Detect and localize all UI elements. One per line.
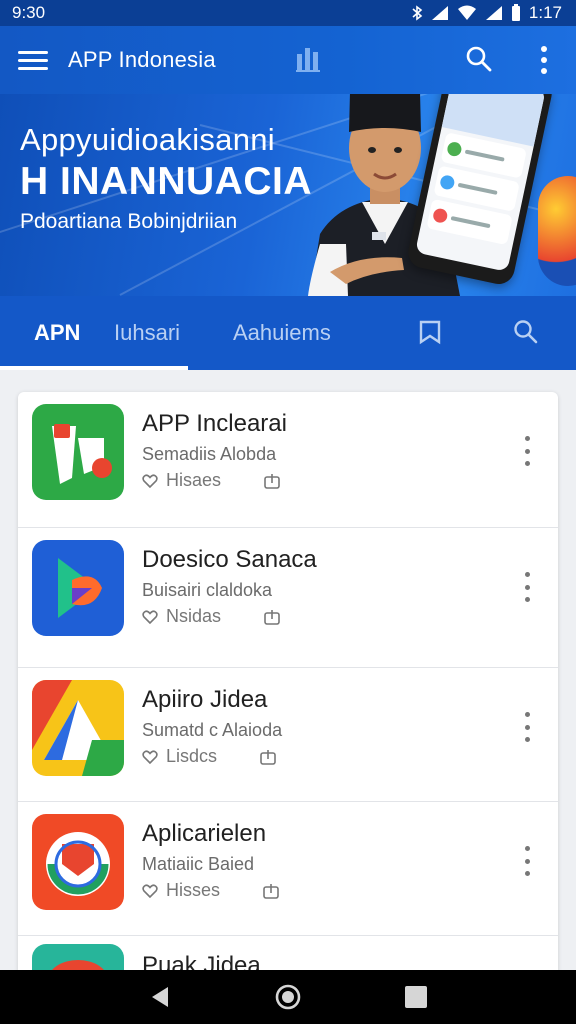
status-clock-right: 1:17 (528, 3, 562, 22)
app-bar: APP Indonesia (0, 26, 576, 94)
app-meta: Nsidas (142, 606, 281, 627)
app-meta-label: Hisaes (166, 470, 222, 490)
list-item[interactable]: Apiiro Jidea Sumatd c Alaioda Lisdcs (18, 668, 558, 802)
bookmark-icon[interactable] (416, 318, 444, 346)
tab-bar: APN Iuhsari Aahuiems (0, 296, 576, 370)
menu-icon[interactable] (18, 45, 54, 75)
app-subtitle: Buisairi claldoka (142, 580, 273, 600)
app-icon (32, 680, 124, 776)
tab-apn[interactable]: APN (34, 320, 80, 346)
banner-headline-2: H INANNUACIA (20, 160, 312, 203)
tab-iuhsari[interactable]: Iuhsari (114, 320, 180, 346)
app-meta: Hisaes (142, 470, 281, 491)
list-item[interactable]: Doesico Sanaca Buisairi claldoka Nsidas (18, 528, 558, 668)
app-subtitle: Matiaiic Baied (142, 854, 255, 874)
more-vert-icon[interactable] (520, 712, 534, 742)
app-subtitle: Semadiis Alobda (142, 444, 277, 464)
status-time: 9:30 (12, 3, 46, 22)
back-icon[interactable] (148, 985, 172, 1009)
share-icon[interactable] (262, 882, 280, 900)
heart-icon[interactable] (142, 883, 158, 899)
banner-headline: Appyuidioakisanni (20, 122, 275, 157)
app-title: Doesico Sanaca (142, 546, 317, 573)
app-icon (32, 404, 124, 500)
tab-indicator (0, 366, 188, 370)
app-title: APP Inclearai (142, 410, 287, 437)
heart-icon[interactable] (142, 473, 158, 489)
list-item[interactable]: APP Inclearai Semadiis Alobda Hisaes (18, 392, 558, 528)
app-meta-label: Lisdcs (166, 746, 218, 766)
app-icon (32, 540, 124, 636)
bluetooth-icon (412, 5, 423, 21)
system-nav-bar (0, 970, 576, 1024)
recents-icon[interactable] (405, 986, 427, 1008)
home-icon[interactable] (274, 983, 302, 1011)
banner-subtitle: Pdoartiana Bobinjdriian (20, 210, 238, 233)
app-title: Apiiro Jidea (142, 686, 268, 713)
tab-search-icon[interactable] (512, 318, 540, 346)
more-vert-icon[interactable] (520, 846, 534, 876)
app-icon (32, 814, 124, 910)
cell-signal-icon (485, 6, 502, 20)
heart-icon[interactable] (142, 749, 158, 765)
list-item[interactable]: Aplicarielen Matiaiic Baied Hisses (18, 802, 558, 936)
app-meta: Lisdcs (142, 746, 277, 767)
more-vert-icon[interactable] (520, 572, 534, 602)
more-vert-icon[interactable] (532, 44, 556, 76)
app-meta-label: Hisses (166, 880, 221, 900)
status-icons: 1:17 (411, 3, 562, 23)
tab-aahuiems[interactable]: Aahuiems (233, 320, 331, 346)
heart-icon[interactable] (142, 609, 158, 625)
bar-chart-icon[interactable] (294, 44, 324, 74)
wifi-icon (457, 5, 476, 20)
more-vert-icon[interactable] (520, 436, 534, 466)
app-list: APP Inclearai Semadiis Alobda Hisaes Doe… (18, 392, 558, 992)
app-subtitle: Sumatd c Alaioda (142, 720, 283, 740)
status-bar: 9:30 1:17 (0, 0, 576, 26)
app-title: APP Indonesia (68, 47, 216, 72)
battery-icon (511, 4, 520, 21)
share-icon[interactable] (259, 748, 277, 766)
hero-banner[interactable]: Appyuidioakisanni H INANNUACIA Pdoartian… (0, 94, 576, 296)
decorative-shape (538, 176, 576, 286)
share-icon[interactable] (263, 472, 281, 490)
search-icon[interactable] (465, 45, 493, 73)
app-meta-label: Nsidas (166, 606, 222, 626)
signal-icon (431, 6, 448, 20)
app-title: Aplicarielen (142, 820, 267, 847)
app-meta: Hisses (142, 880, 280, 901)
share-icon[interactable] (263, 608, 281, 626)
